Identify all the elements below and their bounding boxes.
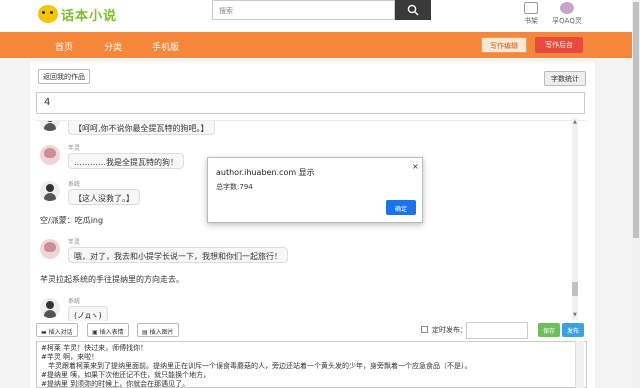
scroll-up-arrow-icon[interactable]: ▲ — [573, 119, 577, 125]
dialog-icon: ▬ — [41, 329, 49, 336]
system-avatar — [40, 121, 60, 131]
image-icon: ▤ — [142, 329, 150, 336]
speaker-name: 芊灵 — [68, 239, 81, 246]
page-scroll-thumb[interactable] — [633, 2, 639, 238]
bookshelf-link[interactable]: 书架 — [520, 2, 542, 26]
nav-item-home[interactable]: 首页 — [55, 40, 73, 53]
timed-publish-label: 定时发布： — [432, 326, 467, 334]
insert-image-button[interactable]: ▤ 插入图片 — [137, 323, 179, 337]
speaker-name: 系统 — [68, 181, 81, 188]
site-header: 话本小说 搜索 书架 孚QAQ灵 — [0, 0, 640, 32]
chat-bubble: 【这人没救了。】 — [68, 189, 140, 205]
chat-bubble: (ノдヽ) — [68, 306, 108, 321]
emoji-icon: ▣ — [92, 329, 100, 336]
chat-bubble: 哦，对了，我去和小提学长说一下，我想和你们一起旅行！ — [68, 247, 288, 263]
logo-mascot-icon — [38, 5, 58, 23]
search-button[interactable] — [395, 0, 431, 20]
content-editor[interactable]: #柯莱 芊灵！快过来，师傅找你！ #芊灵 啊，来啦！ 芊灵跟着柯莱来到了提纳里面… — [36, 341, 587, 388]
editor-line: #芊灵 啊，来啦！ — [41, 353, 99, 361]
editor-scrollbar[interactable] — [575, 341, 584, 388]
chat-scrollbar[interactable] — [572, 118, 578, 320]
dialog-title: author.ihuaben.com 显示 — [216, 168, 315, 177]
user-name: 孚QAQ灵 — [552, 17, 582, 25]
search-input[interactable]: 搜索 — [212, 0, 395, 20]
character-avatar — [40, 145, 60, 165]
close-icon[interactable]: × — [412, 162, 419, 171]
system-avatar — [40, 298, 60, 318]
chat-scroll-thumb[interactable] — [572, 282, 578, 296]
editor-line: 芊灵跟着柯莱来到了提纳里面前。提纳里正在训斥一个误食毒蘑菇的人，旁边还站着一个黄… — [41, 362, 472, 370]
ok-button[interactable]: 确定 — [386, 200, 416, 215]
site-logo[interactable]: 话本小说 — [38, 3, 117, 25]
character-avatar — [40, 239, 60, 259]
scroll-down-arrow-icon[interactable]: ▼ — [573, 312, 577, 318]
writing-codex-button[interactable]: 写作编辑 — [481, 37, 527, 53]
speaker-name: 系统 — [68, 298, 81, 305]
logo-text: 话本小说 — [61, 8, 118, 24]
main-nav: 首页 分类 手机版 写作编辑 写作后台 — [0, 32, 640, 58]
back-to-works-button[interactable]: 返回我的作品 — [38, 69, 90, 84]
editor-toolbar: ▬ 插入对话 ▣ 插入表情 ▤ 插入图片 定时发布： 保存 发布 — [36, 322, 592, 339]
system-avatar — [40, 181, 60, 201]
search-icon — [407, 4, 419, 16]
bookshelf-icon — [524, 2, 538, 14]
narration-line: 空/派蒙：吃瓜ing — [40, 216, 104, 225]
user-profile-link[interactable]: 孚QAQ灵 — [552, 2, 582, 26]
chat-bubble: …………我是全提瓦特的狗！ — [68, 153, 184, 169]
bookshelf-label: 书架 — [524, 17, 538, 25]
chat-bubble: 【呵呵,你不说你最全提瓦特的狗吧。】 — [68, 121, 215, 135]
insert-dialog-label: 插入对话 — [48, 329, 73, 336]
dialog-message: 总字数:794 — [216, 183, 253, 191]
alert-dialog: author.ihuaben.com 显示 × 总字数:794 确定 — [207, 157, 423, 223]
writing-backend-button[interactable]: 写作后台 — [535, 37, 583, 53]
insert-dialog-button[interactable]: ▬ 插入对话 — [36, 323, 78, 337]
publish-button[interactable]: 发布 — [562, 323, 584, 337]
speaker-name: 芊灵 — [68, 145, 81, 152]
timed-publish-checkbox[interactable] — [421, 326, 428, 333]
page-scrollbar[interactable] — [632, 0, 640, 388]
insert-emoji-button[interactable]: ▣ 插入表情 — [87, 323, 129, 337]
narration-line: 芊灵拉起系统的手往提纳里的方向走去。 — [40, 275, 184, 284]
insert-emoji-label: 插入表情 — [99, 329, 124, 336]
editor-line: #提纳里 咦，如果下次他还记不住，就只能换个地方， — [41, 371, 211, 379]
save-button[interactable]: 保存 — [538, 323, 560, 337]
timed-publish-input[interactable] — [466, 322, 528, 339]
editor-line: #提纳里 到须弥的时候上，你就会在那遇见了。 — [41, 380, 190, 388]
insert-image-label: 插入图片 — [149, 329, 174, 336]
nav-item-mobile[interactable]: 手机版 — [152, 40, 179, 53]
avatar — [560, 2, 574, 14]
editor-line: #柯莱 芊灵！快过来，师傅找你！ — [41, 344, 148, 352]
chapter-title-input[interactable]: 4 — [36, 92, 585, 114]
editor-panel: 返回我的作品 字数统计 4 【呵呵,你不说你最全提瓦特的狗吧。】 芊灵 …………… — [30, 62, 595, 388]
word-count-button[interactable]: 字数统计 — [544, 71, 586, 86]
nav-item-category[interactable]: 分类 — [104, 40, 122, 53]
